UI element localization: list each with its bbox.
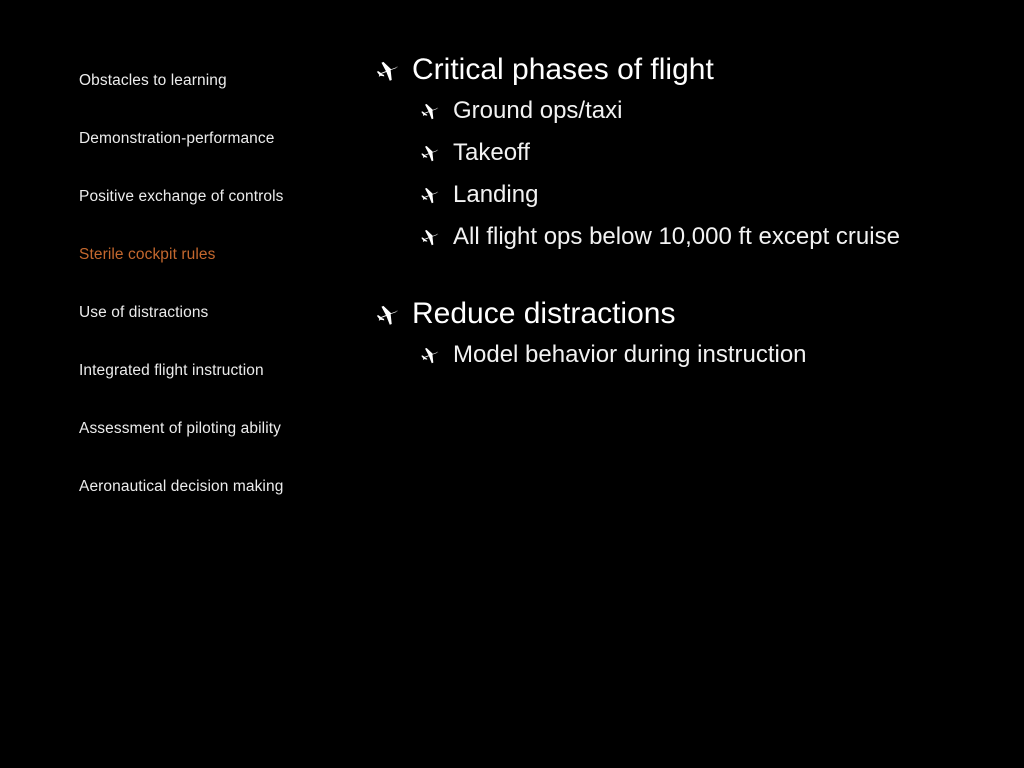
airplane-icon bbox=[419, 226, 440, 247]
bullet-subitem: Model behavior during instruction bbox=[374, 336, 994, 374]
airplane-icon bbox=[374, 57, 400, 83]
sidebar-item-positive-exchange-of-controls[interactable]: Positive exchange of controls bbox=[79, 188, 349, 205]
sidebar-item-demonstration-performance[interactable]: Demonstration-performance bbox=[79, 130, 349, 147]
bullet-subitem: Landing bbox=[374, 176, 994, 214]
bullet-subitem: All flight ops below 10,000 ft except cr… bbox=[374, 218, 994, 256]
bullet-subitem-text: Takeoff bbox=[453, 139, 530, 166]
bullet-heading-text: Critical phases of flight bbox=[412, 53, 714, 86]
slide-canvas: Obstacles to learning Demonstration-perf… bbox=[0, 0, 1024, 768]
sidebar-item-obstacles-to-learning[interactable]: Obstacles to learning bbox=[79, 72, 349, 89]
bullet-heading-text: Reduce distractions bbox=[412, 297, 676, 330]
airplane-icon bbox=[419, 142, 440, 163]
bullet-subitem: Takeoff bbox=[374, 134, 994, 172]
agenda-nav: Obstacles to learning Demonstration-perf… bbox=[79, 72, 349, 536]
bullet-subitem-text: All flight ops below 10,000 ft except cr… bbox=[453, 223, 900, 250]
content-block: Critical phases of flight Ground ops/tax… bbox=[374, 52, 994, 256]
airplane-icon bbox=[419, 184, 440, 205]
bullet-heading: Reduce distractions bbox=[374, 296, 994, 332]
sidebar-item-use-of-distractions[interactable]: Use of distractions bbox=[79, 304, 349, 321]
slide-content: Critical phases of flight Ground ops/tax… bbox=[374, 52, 994, 374]
sidebar-item-sterile-cockpit-rules[interactable]: Sterile cockpit rules bbox=[79, 246, 349, 263]
bullet-subitem-text: Landing bbox=[453, 181, 539, 208]
sidebar-item-integrated-flight-instruction[interactable]: Integrated flight instruction bbox=[79, 362, 349, 379]
bullet-subitem: Ground ops/taxi bbox=[374, 92, 994, 130]
airplane-icon bbox=[374, 301, 400, 327]
airplane-icon bbox=[419, 344, 440, 365]
sidebar-item-aeronautical-decision-making[interactable]: Aeronautical decision making bbox=[79, 478, 349, 495]
bullet-subitem-text: Model behavior during instruction bbox=[453, 341, 807, 368]
content-block: Reduce distractions Model behavior durin… bbox=[374, 296, 994, 374]
sidebar-item-assessment-of-piloting-ability[interactable]: Assessment of piloting ability bbox=[79, 420, 349, 437]
airplane-icon bbox=[419, 100, 440, 121]
bullet-subitem-text: Ground ops/taxi bbox=[453, 97, 623, 124]
bullet-heading: Critical phases of flight bbox=[374, 52, 994, 88]
